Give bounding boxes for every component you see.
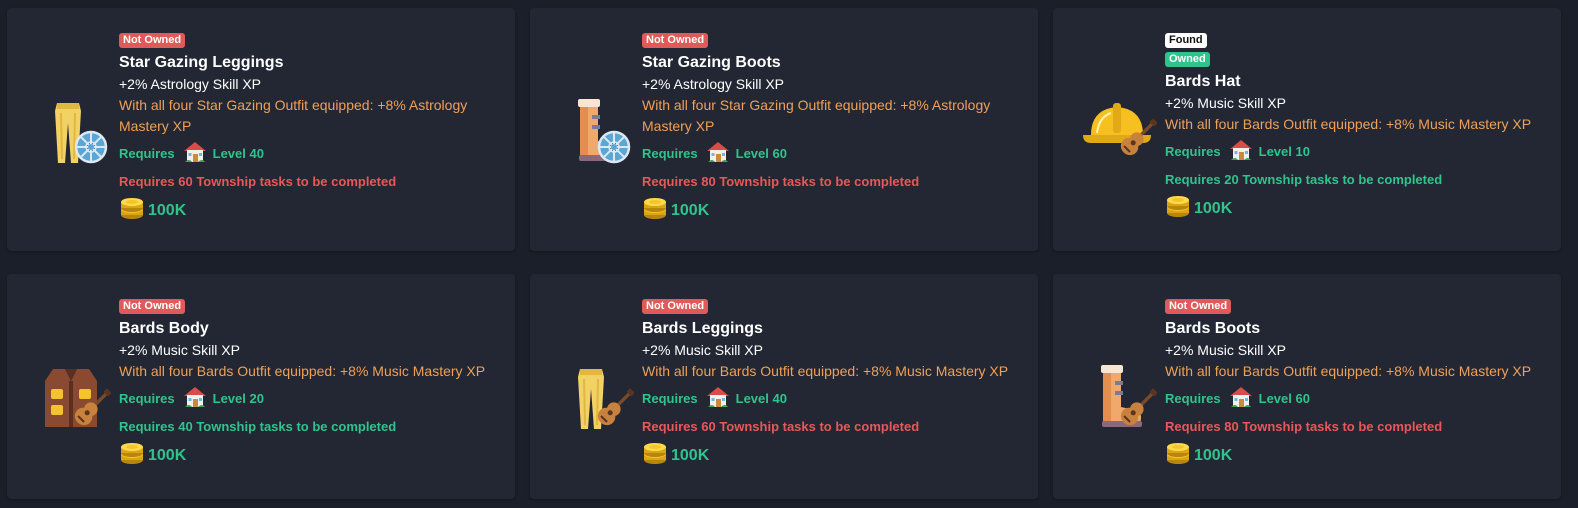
- gold-coin-icon: [119, 196, 145, 225]
- price: 100K: [119, 196, 501, 225]
- price: 100K: [1165, 441, 1547, 470]
- level-text: Level 60: [1258, 390, 1310, 406]
- gold-coin-icon: [642, 196, 668, 225]
- gold-coin-icon: [642, 441, 668, 470]
- status-badge: Found: [1165, 33, 1207, 48]
- township-house-icon: [183, 386, 207, 411]
- price-amount: 100K: [1194, 199, 1233, 217]
- status-badge: Not Owned: [119, 33, 186, 48]
- item-name: Bards Hat: [1165, 73, 1241, 90]
- price-amount: 100K: [671, 446, 710, 464]
- requires-label: Requires: [1165, 390, 1221, 406]
- set-bonus: With all four Star Gazing Outfit equippe…: [642, 97, 991, 134]
- level-requirement: Requires Level 20: [119, 386, 501, 410]
- price-amount: 100K: [1194, 446, 1233, 464]
- township-house-icon: [1229, 386, 1253, 411]
- skill-bonus: +2% Astrology Skill XP: [642, 76, 785, 92]
- level-text: Level 40: [735, 390, 787, 406]
- shop-item-card[interactable]: Not Owned Star Gazing Leggings +2% Astrolo…: [7, 8, 515, 251]
- skill-bonus: +2% Music Skill XP: [642, 342, 763, 358]
- item-name: Bards Body: [119, 320, 209, 337]
- set-bonus: With all four Bards Outfit equipped: +8%…: [1165, 363, 1532, 379]
- level-text: Level 20: [212, 390, 264, 406]
- level-text: Level 40: [212, 145, 264, 161]
- price: 100K: [119, 441, 501, 470]
- level-requirement: Requires Level 10: [1165, 139, 1547, 163]
- requires-label: Requires: [642, 390, 698, 406]
- level-requirement: Requires Level 40: [642, 386, 1024, 410]
- township-task-requirement: Requires 80 Township tasks to be complet…: [642, 174, 920, 189]
- gold-coin-icon: [119, 441, 145, 470]
- requires-label: Requires: [119, 390, 175, 406]
- level-requirement: Requires Level 40: [119, 141, 501, 165]
- status-badge: Not Owned: [1165, 299, 1232, 314]
- price-amount: 100K: [148, 446, 187, 464]
- status-badge: Not Owned: [642, 33, 709, 48]
- item-name: Bards Leggings: [642, 320, 763, 337]
- price: 100K: [1165, 194, 1547, 223]
- township-task-requirement: Requires 80 Township tasks to be complet…: [1165, 419, 1443, 434]
- shop-item-card[interactable]: Not Owned Star Gazing Boots +2% Astrology …: [530, 8, 1038, 251]
- township-house-icon: [183, 141, 207, 166]
- gold-coin-icon: [1165, 194, 1191, 223]
- hat-icon: [1077, 89, 1157, 169]
- price-amount: 100K: [671, 201, 710, 219]
- township-task-requirement: Requires 60 Township tasks to be complet…: [119, 174, 397, 189]
- requires-label: Requires: [1165, 143, 1221, 159]
- requires-label: Requires: [119, 145, 175, 161]
- set-bonus: With all four Bards Outfit equipped: +8%…: [119, 363, 486, 379]
- price: 100K: [642, 441, 1024, 470]
- boots-icon: [554, 93, 634, 173]
- gold-coin-icon: [1165, 441, 1191, 470]
- leggings-icon: [554, 359, 634, 439]
- price-amount: 100K: [148, 201, 187, 219]
- shop-item-grid: Not Owned Star Gazing Leggings +2% Astrolo…: [7, 8, 1561, 499]
- township-house-icon: [1229, 139, 1253, 164]
- status-badge: Not Owned: [642, 299, 709, 314]
- skill-bonus: +2% Music Skill XP: [1165, 342, 1286, 358]
- skill-bonus: +2% Astrology Skill XP: [119, 76, 262, 92]
- item-name: Star Gazing Leggings: [119, 54, 284, 71]
- set-bonus: With all four Bards Outfit equipped: +8%…: [642, 363, 1009, 379]
- level-text: Level 60: [735, 145, 787, 161]
- township-house-icon: [706, 141, 730, 166]
- township-house-icon: [706, 386, 730, 411]
- boots-icon: [1077, 359, 1157, 439]
- set-bonus: With all four Bards Outfit equipped: +8%…: [1165, 116, 1532, 132]
- leggings-icon: [31, 93, 111, 173]
- level-requirement: Requires Level 60: [1165, 386, 1547, 410]
- skill-bonus: +2% Music Skill XP: [119, 342, 240, 358]
- set-bonus: With all four Star Gazing Outfit equippe…: [119, 97, 468, 134]
- level-text: Level 10: [1258, 143, 1310, 159]
- status-badge: Not Owned: [119, 299, 186, 314]
- township-task-requirement: Requires 60 Township tasks to be complet…: [642, 419, 920, 434]
- shop-item-card[interactable]: Not Owned Bards Body +2% Music Skill XP Wit…: [7, 274, 515, 499]
- vest-icon: [31, 359, 111, 439]
- item-name: Star Gazing Boots: [642, 54, 781, 71]
- level-requirement: Requires Level 60: [642, 141, 1024, 165]
- township-task-requirement: Requires 40 Township tasks to be complet…: [119, 419, 397, 434]
- township-task-requirement: Requires 20 Township tasks to be complet…: [1165, 172, 1443, 187]
- shop-item-card[interactable]: Not Owned Bards Boots +2% Music Skill XP Wi…: [1053, 274, 1561, 499]
- shop-item-card[interactable]: Not Owned Bards Leggings +2% Music Skill X…: [530, 274, 1038, 499]
- price: 100K: [642, 196, 1024, 225]
- item-name: Bards Boots: [1165, 320, 1261, 337]
- skill-bonus: +2% Music Skill XP: [1165, 95, 1286, 111]
- status-badge: Owned: [1165, 52, 1210, 67]
- requires-label: Requires: [642, 145, 698, 161]
- shop-item-card[interactable]: Found Owned Bards Hat +2% Music Skill XP Wit…: [1053, 8, 1561, 251]
